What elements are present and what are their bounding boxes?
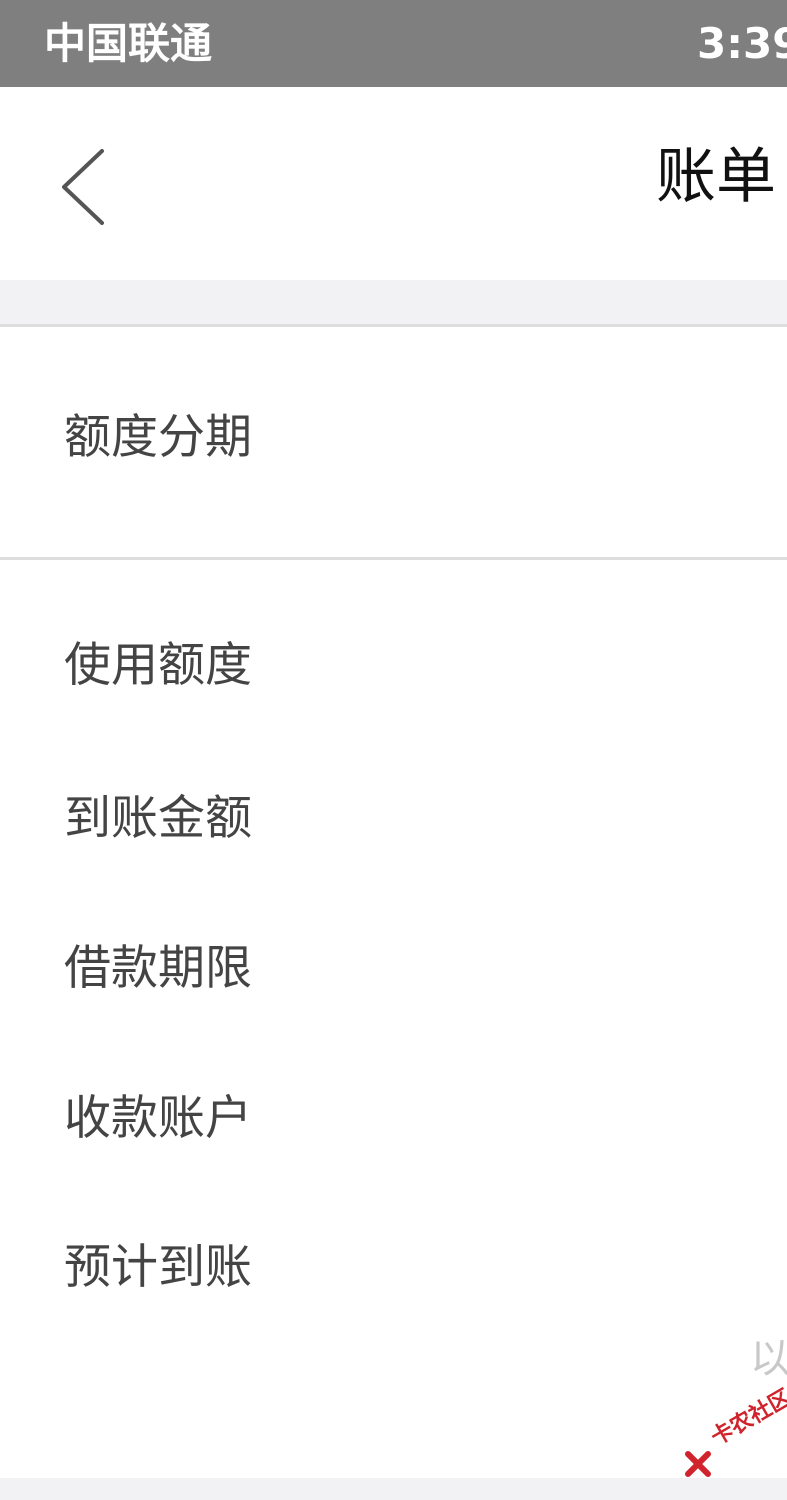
watermark: 卡农社区 xyxy=(676,1385,787,1477)
watermark-text: 卡农社区 xyxy=(707,1385,787,1451)
section-divider xyxy=(0,557,787,560)
row-label-received-amount: 到账金额 xyxy=(64,791,252,846)
chevron-left-icon xyxy=(62,149,104,225)
row-label-used-limit: 使用额度 xyxy=(64,638,252,693)
carrier-name: 中国联通 xyxy=(44,19,213,68)
footer-note: 以 xyxy=(750,1336,787,1382)
section-title: 额度分期 xyxy=(64,410,252,465)
back-button[interactable] xyxy=(40,137,120,237)
navigation-bar: 账单 xyxy=(0,87,787,280)
kanong-logo-icon xyxy=(685,1451,711,1477)
row-label-loan-term: 借款期限 xyxy=(64,941,252,996)
row-label-receiving-account: 收款账户 xyxy=(64,1091,252,1146)
screen: 中国联通 3:39 账单 额度分期 使用额度 到账金额 借款期限 收款账户 预计… xyxy=(0,0,787,1500)
section-gap xyxy=(0,280,787,324)
status-bar: 中国联通 3:39 xyxy=(0,0,787,87)
page-title: 账单 xyxy=(656,142,776,212)
row-label-estimated-arrival: 预计到账 xyxy=(64,1240,252,1295)
bottom-strip xyxy=(0,1478,787,1500)
status-time: 3:39 xyxy=(697,19,787,68)
